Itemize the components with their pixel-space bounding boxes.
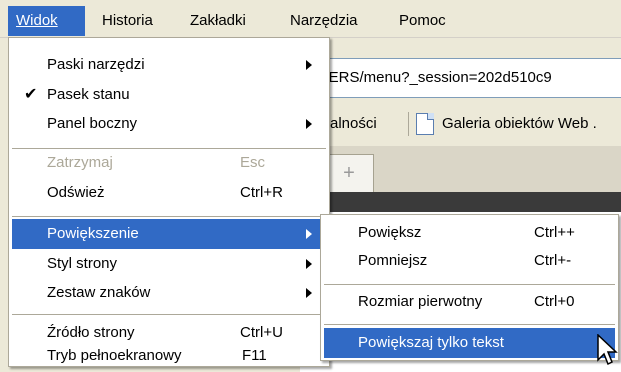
tab-strip: + [300,146,621,192]
page-icon [416,113,434,135]
menu-item-page-style[interactable]: Styl strony [12,249,326,279]
chevron-right-icon [306,60,312,70]
menu-item-sidebar[interactable]: Panel boczny [12,109,326,139]
zoom-submenu: Powiększ Ctrl++ Pomniejsz Ctrl+- Rozmiar… [320,214,619,361]
chevron-right-icon [306,119,312,129]
new-tab-button[interactable]: + [324,154,374,192]
mouse-cursor-icon [597,334,618,366]
menu-pomoc[interactable]: Pomoc [391,6,454,36]
bookmarks-toolbar: alności Galeria obiektów Web . [300,104,621,144]
menu-separator [324,324,615,325]
view-menu: Paski narzędzi ✔ Pasek stanu Panel boczn… [8,37,330,367]
toolbar-band [300,192,621,212]
address-bar-text: rs/ERS/menu?_session=202d510c9 [312,69,552,86]
menu-zakladki[interactable]: Zakładki [182,6,254,36]
menu-widok[interactable]: Widok [8,6,85,36]
bookmarks-separator [408,112,409,136]
menu-bar: Widok Historia Zakładki Narzędzia Pomoc [0,0,621,38]
menu-item-character-encoding[interactable]: Zestaw znaków [12,278,326,308]
bookmark-item[interactable]: alności [330,104,377,144]
menu-separator [324,284,615,285]
checkmark-icon: ✔ [24,86,38,103]
chevron-right-icon [306,259,312,269]
menu-historia[interactable]: Historia [94,6,161,36]
chevron-right-icon [306,288,312,298]
menu-narzedzia[interactable]: Narzędzia [282,6,366,36]
menu-item-zoom-in[interactable]: Powiększ Ctrl++ [324,218,615,248]
menu-item-zoom-text-only[interactable]: Powiększaj tylko tekst [324,328,615,358]
menu-item-reload[interactable]: Odśwież Ctrl+R [12,178,326,208]
menu-separator [12,314,326,315]
bookmark-item-web-gallery[interactable]: Galeria obiektów Web . [442,104,597,144]
menu-item-zoom[interactable]: Powiększenie [12,219,326,249]
chevron-right-icon [306,229,312,239]
menu-item-reset-zoom[interactable]: Rozmiar pierwotny Ctrl+0 [324,287,615,317]
menu-item-zoom-out[interactable]: Pomniejsz Ctrl+- [324,246,615,276]
menu-item-stop: Zatrzymaj Esc [47,154,266,171]
menu-item-status-bar[interactable]: ✔ Pasek stanu [12,80,326,110]
menu-item-full-screen[interactable]: Tryb pełnoekranowy F11 [12,341,326,371]
plus-icon: + [343,162,355,184]
menu-separator [12,216,326,217]
menu-item-toolbars[interactable]: Paski narzędzi [12,50,326,80]
address-bar[interactable]: rs/ERS/menu?_session=202d510c9 [300,58,621,98]
